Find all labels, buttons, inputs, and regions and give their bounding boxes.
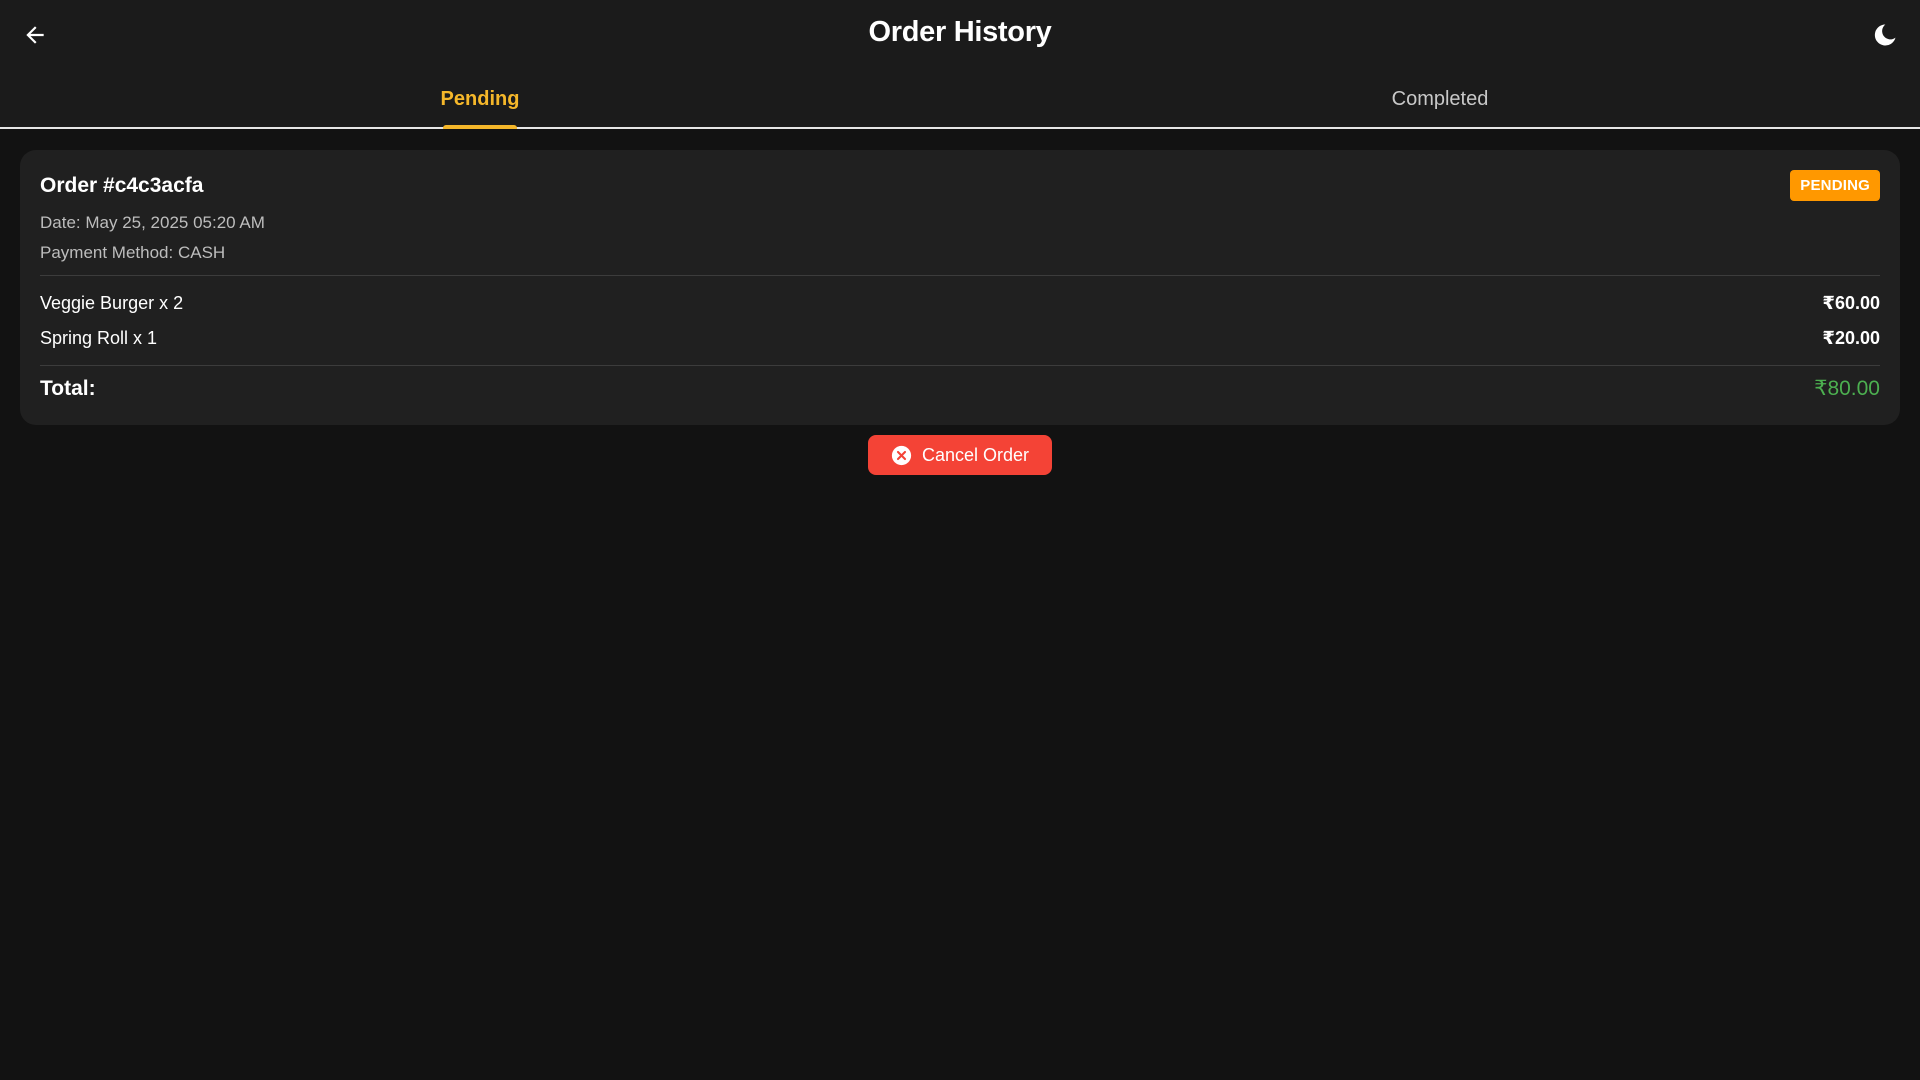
page-title: Order History xyxy=(868,16,1052,48)
divider xyxy=(40,365,1880,366)
list-item: Spring Roll x 1 ₹20.00 xyxy=(40,328,1880,349)
total-row: Total: ₹80.00 xyxy=(40,376,1880,401)
list-item: Veggie Burger x 2 ₹60.00 xyxy=(40,293,1880,314)
theme-toggle-button[interactable] xyxy=(1864,16,1906,54)
cancel-circle-icon xyxy=(891,445,912,465)
item-name: Spring Roll x 1 xyxy=(40,328,158,348)
total-value: ₹80.00 xyxy=(1814,377,1880,400)
order-tabs: Pending Completed xyxy=(0,70,1920,129)
status-badge: PENDING xyxy=(1790,170,1880,201)
order-date: Date: May 25, 2025 05:20 AM xyxy=(40,213,265,232)
divider xyxy=(40,275,1880,276)
item-name: Veggie Burger x 2 xyxy=(40,293,184,313)
active-tab-indicator xyxy=(443,125,517,129)
tab-completed[interactable]: Completed xyxy=(960,70,1920,127)
order-card: Order #c4c3acfa PENDING Date: May 25, 20… xyxy=(20,150,1900,425)
tab-completed-label: Completed xyxy=(1391,88,1489,110)
payment-method: Payment Method: CASH xyxy=(40,243,226,262)
cancel-order-label: Cancel Order xyxy=(921,444,1030,465)
cancel-order-button[interactable]: Cancel Order xyxy=(868,435,1052,475)
order-id: Order #c4c3acfa xyxy=(40,174,204,197)
total-label: Total: xyxy=(40,377,96,400)
tab-pending-label: Pending xyxy=(440,88,520,110)
moon-icon xyxy=(1874,24,1896,46)
app-bar: Order History xyxy=(0,0,1920,70)
item-price: ₹60.00 xyxy=(1822,293,1880,313)
item-price: ₹20.00 xyxy=(1822,328,1880,348)
tab-pending[interactable]: Pending xyxy=(0,70,960,129)
